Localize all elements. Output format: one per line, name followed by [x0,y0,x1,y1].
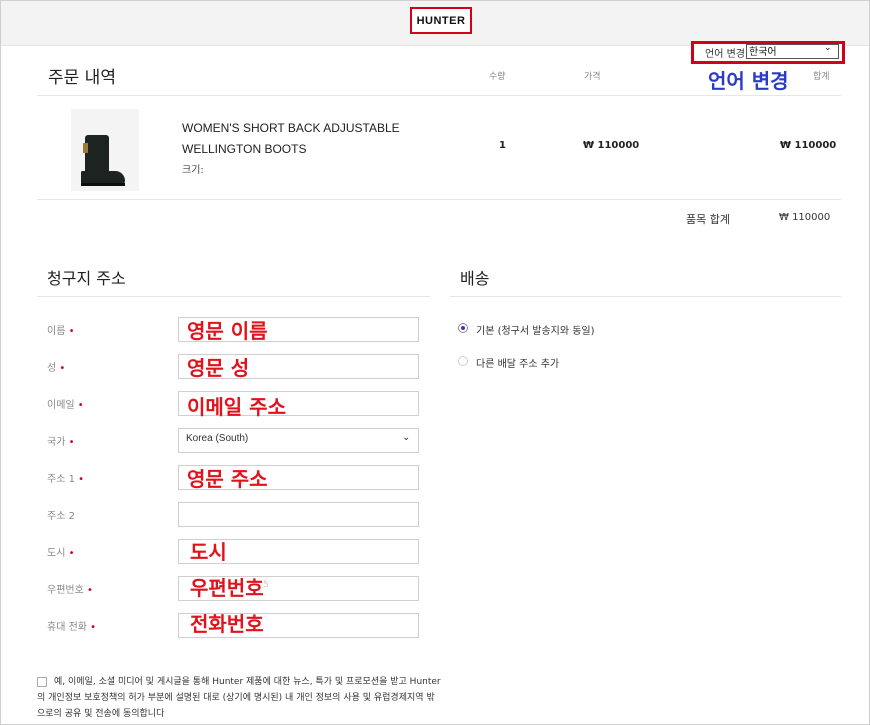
chevron-down-icon[interactable]: ⌄ [402,432,410,443]
shipping-other-label[interactable]: 다른 배달 주소 추가 [476,355,559,370]
boot-image [85,135,109,175]
total-column-header: 합계 [813,72,830,82]
radio-selected-dot [461,326,465,330]
required-mark: • [90,622,97,633]
product-price: ₩ 110000 [583,140,640,151]
product-size-label: 크기: [182,165,204,176]
city-label: 도시 • [47,548,75,559]
required-mark: • [77,400,84,411]
first-name-annotation: 영문 이름 [187,319,268,343]
postcode-label: 우편번호 • [47,585,93,596]
subtotal-label: 품목 합계 [686,213,730,226]
country-value: Korea (South) [186,433,249,444]
address2-label: 주소 2 [47,511,75,522]
divider [37,296,430,297]
product-qty: 1 [499,140,506,151]
logo-highlight-box: HUNTER [410,7,472,34]
required-mark: • [68,437,75,448]
phone-annotation: 전화번호 [190,612,264,636]
address1-annotation: 영문 주소 [187,467,268,491]
required-mark: • [78,474,85,485]
phone-label: 휴대 전화 • [47,622,97,633]
email-annotation: 이메일 주소 [187,395,286,419]
required-mark: • [59,363,66,374]
language-annotation: 언어 변경 [708,69,789,93]
postcode-annotation: 우편번호 [190,576,264,600]
divider [450,296,841,297]
boot-sole [81,183,125,186]
shipping-title: 배송 [460,269,490,288]
email-label: 이메일 • [47,400,84,411]
divider [37,199,841,200]
chevron-down-icon[interactable]: ⌄ [824,43,832,53]
last-name-label: 성 • [47,363,66,374]
address1-label: 주소 1 • [47,474,85,485]
last-name-annotation: 영문 성 [187,356,250,380]
address2-input[interactable] [178,502,419,527]
city-annotation: 도시 [190,540,227,564]
required-mark: • [68,548,75,559]
price-column-header: 가격 [584,72,601,82]
divider [37,95,841,96]
boot-strap-detail [83,143,88,153]
language-label: 언어 변경 [705,49,745,60]
shipping-other-radio[interactable] [458,356,468,366]
hunter-logo[interactable]: HUNTER [412,9,470,32]
postcode-placeholder: 5 [263,580,269,590]
country-label: 국가 • [47,437,75,448]
consent-text: 예, 이메일, 소셜 미디어 및 게시글을 통해 Hunter 제품에 대한 뉴… [37,677,441,719]
first-name-label: 이름 • [47,326,75,337]
order-summary-title: 주문 내역 [48,68,116,88]
shipping-default-label[interactable]: 기본 (청구서 발송지와 동일) [476,322,595,337]
subtotal-value: ₩ 110000 [779,212,831,223]
product-total: ₩ 110000 [780,140,837,151]
billing-title: 청구지 주소 [47,269,126,288]
required-mark: • [87,585,93,596]
required-mark: • [68,326,75,337]
qty-column-header: 수량 [489,72,506,82]
product-name[interactable]: WOMEN'S SHORT BACK ADJUSTABLE WELLINGTON… [182,118,482,160]
